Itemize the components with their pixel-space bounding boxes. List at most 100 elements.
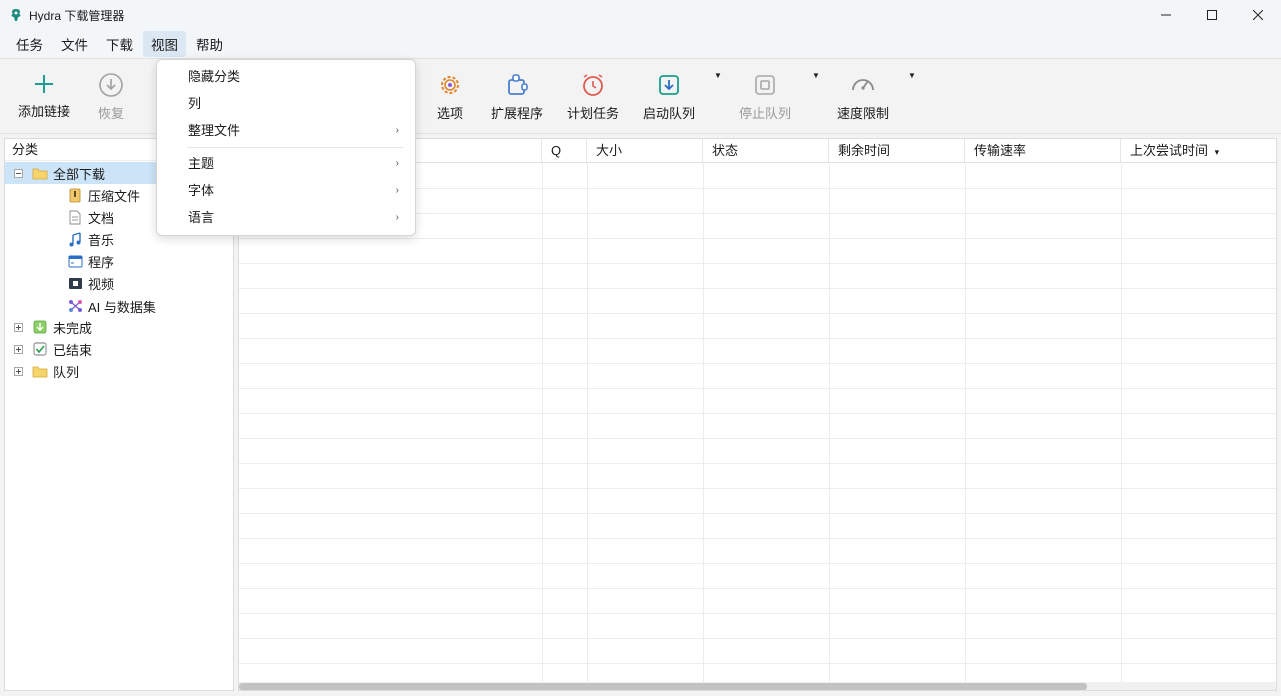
tree-item-label: 已结束 — [53, 342, 93, 358]
minimize-icon — [1161, 14, 1171, 16]
resume-download-icon — [99, 73, 123, 97]
menu-download[interactable]: 下载 — [98, 31, 141, 57]
options-label: 选项 — [436, 106, 463, 121]
tree-item-documents[interactable]: 文档 — [67, 206, 114, 228]
tree-item-programs[interactable]: 程序 — [67, 250, 114, 272]
add-link-label: 添加链接 — [17, 104, 70, 119]
extensions-label: 扩展程序 — [490, 106, 543, 121]
music-note-icon — [67, 231, 83, 247]
menu-item-label: 整理文件 — [188, 123, 241, 138]
stop-queue-dropdown-arrow[interactable]: ▼ — [812, 71, 820, 80]
expand-toggle[interactable] — [14, 322, 23, 332]
view-menu-dropdown: 隐藏分类 列 整理文件 › 主题 › 字体 › 语言 › — [156, 59, 416, 236]
puzzle-icon — [508, 74, 528, 95]
column-header-label: 上次尝试时间 — [1130, 143, 1209, 158]
tree-item-queues[interactable]: 队列 — [14, 360, 79, 382]
menu-task[interactable]: 任务 — [8, 31, 51, 57]
column-header-last-try[interactable]: 上次尝试时间 ▾ — [1121, 139, 1276, 163]
column-header-time-left[interactable]: 剩余时间 — [829, 139, 965, 163]
menu-item-theme[interactable]: 主题 › — [157, 151, 415, 177]
menu-item-columns[interactable]: 列 — [157, 91, 415, 117]
submenu-arrow-icon: › — [395, 158, 399, 169]
tree-item-videos[interactable]: 视频 — [67, 272, 114, 294]
submenu-arrow-icon: › — [395, 212, 399, 223]
speedometer-icon — [852, 79, 874, 91]
zip-archive-icon — [67, 187, 83, 203]
close-button[interactable] — [1235, 0, 1281, 30]
submenu-arrow-icon: › — [395, 185, 399, 196]
scheduler-button[interactable]: 计划任务 — [564, 59, 622, 135]
menu-item-label: 语言 — [188, 210, 215, 225]
menu-item-organize-files[interactable]: 整理文件 › — [157, 118, 415, 144]
menu-item-label: 字体 — [188, 183, 215, 198]
maximize-button[interactable] — [1189, 0, 1235, 30]
tree-item-archives[interactable]: 压缩文件 — [67, 184, 140, 206]
hydra-app-icon — [11, 9, 21, 21]
speed-limit-button[interactable]: 速度限制 — [834, 59, 892, 135]
menu-item-language[interactable]: 语言 › — [157, 205, 415, 231]
checkbox-check-icon — [32, 341, 48, 357]
tree-item-label: 音乐 — [88, 232, 115, 248]
close-icon — [1253, 10, 1263, 20]
alarm-clock-icon — [583, 74, 603, 96]
title-bar: Hydra 下载管理器 — [0, 0, 1281, 30]
tree-item-label: 程序 — [88, 254, 115, 270]
grid-column-line — [829, 163, 830, 685]
folder-icon — [32, 363, 48, 379]
speed-limit-dropdown-arrow[interactable]: ▼ — [908, 71, 916, 80]
expand-toggle[interactable] — [14, 344, 23, 354]
extensions-button[interactable]: 扩展程序 — [488, 59, 546, 135]
sort-descending-icon: ▾ — [1214, 147, 1220, 157]
grid-column-line — [703, 163, 704, 685]
horizontal-scrollbar[interactable] — [239, 682, 1276, 690]
column-header-status[interactable]: 状态 — [703, 139, 829, 163]
expand-toggle[interactable] — [14, 366, 23, 376]
column-header-queue[interactable]: Q — [542, 139, 587, 163]
resume-label: 恢复 — [97, 106, 124, 121]
start-queue-dropdown-arrow[interactable]: ▼ — [714, 71, 722, 80]
menu-view[interactable]: 视图 — [143, 31, 186, 57]
network-nodes-icon — [67, 298, 83, 314]
grid-column-line — [1121, 163, 1122, 685]
resume-button[interactable]: 恢复 — [88, 59, 134, 135]
menu-item-font[interactable]: 字体 › — [157, 178, 415, 204]
collapse-toggle[interactable] — [14, 168, 23, 178]
scheduler-label: 计划任务 — [566, 106, 619, 121]
submenu-arrow-icon: › — [395, 125, 399, 136]
gear-icon — [441, 76, 459, 94]
unfinished-download-icon — [32, 319, 48, 335]
tree-item-finished[interactable]: 已结束 — [14, 338, 92, 360]
grid-column-line — [965, 163, 966, 685]
menu-item-hide-categories[interactable]: 隐藏分类 — [157, 64, 415, 90]
start-queue-button[interactable]: 启动队列 — [640, 59, 698, 135]
grid-column-line — [587, 163, 588, 685]
tree-item-unfinished[interactable]: 未完成 — [14, 316, 92, 338]
tree-item-label: 全部下载 — [53, 166, 106, 182]
menu-item-label: 隐藏分类 — [188, 69, 241, 84]
add-link-button[interactable]: 添加链接 — [14, 59, 74, 135]
tree-item-ai-datasets[interactable]: AI 与数据集 — [67, 295, 156, 317]
tree-item-label: 视频 — [88, 276, 115, 292]
tree-item-label: AI 与数据集 — [88, 299, 156, 315]
menu-item-label: 列 — [188, 96, 202, 111]
column-header-transfer-rate[interactable]: 传输速率 — [965, 139, 1121, 163]
menu-separator — [187, 147, 403, 148]
program-window-icon — [67, 253, 83, 269]
window-title: Hydra 下载管理器 — [29, 8, 125, 23]
options-button[interactable]: 选项 — [428, 59, 472, 135]
stop-queue-button[interactable]: 停止队列 — [736, 59, 794, 135]
menu-file[interactable]: 文件 — [53, 31, 96, 57]
film-icon — [67, 275, 83, 291]
minimize-button[interactable] — [1143, 0, 1189, 30]
menu-bar: 任务 文件 下载 视图 帮助 — [0, 30, 1281, 58]
scrollbar-thumb[interactable] — [239, 683, 1087, 690]
menu-item-label: 主题 — [188, 156, 215, 171]
grid-column-line — [542, 163, 543, 685]
document-icon — [67, 209, 83, 225]
stop-queue-label: 停止队列 — [738, 106, 791, 121]
menu-help[interactable]: 帮助 — [188, 31, 231, 57]
tree-item-music[interactable]: 音乐 — [67, 228, 114, 250]
column-header-size[interactable]: 大小 — [587, 139, 703, 163]
stop-queue-icon — [755, 75, 775, 95]
tree-item-label: 队列 — [53, 364, 80, 380]
